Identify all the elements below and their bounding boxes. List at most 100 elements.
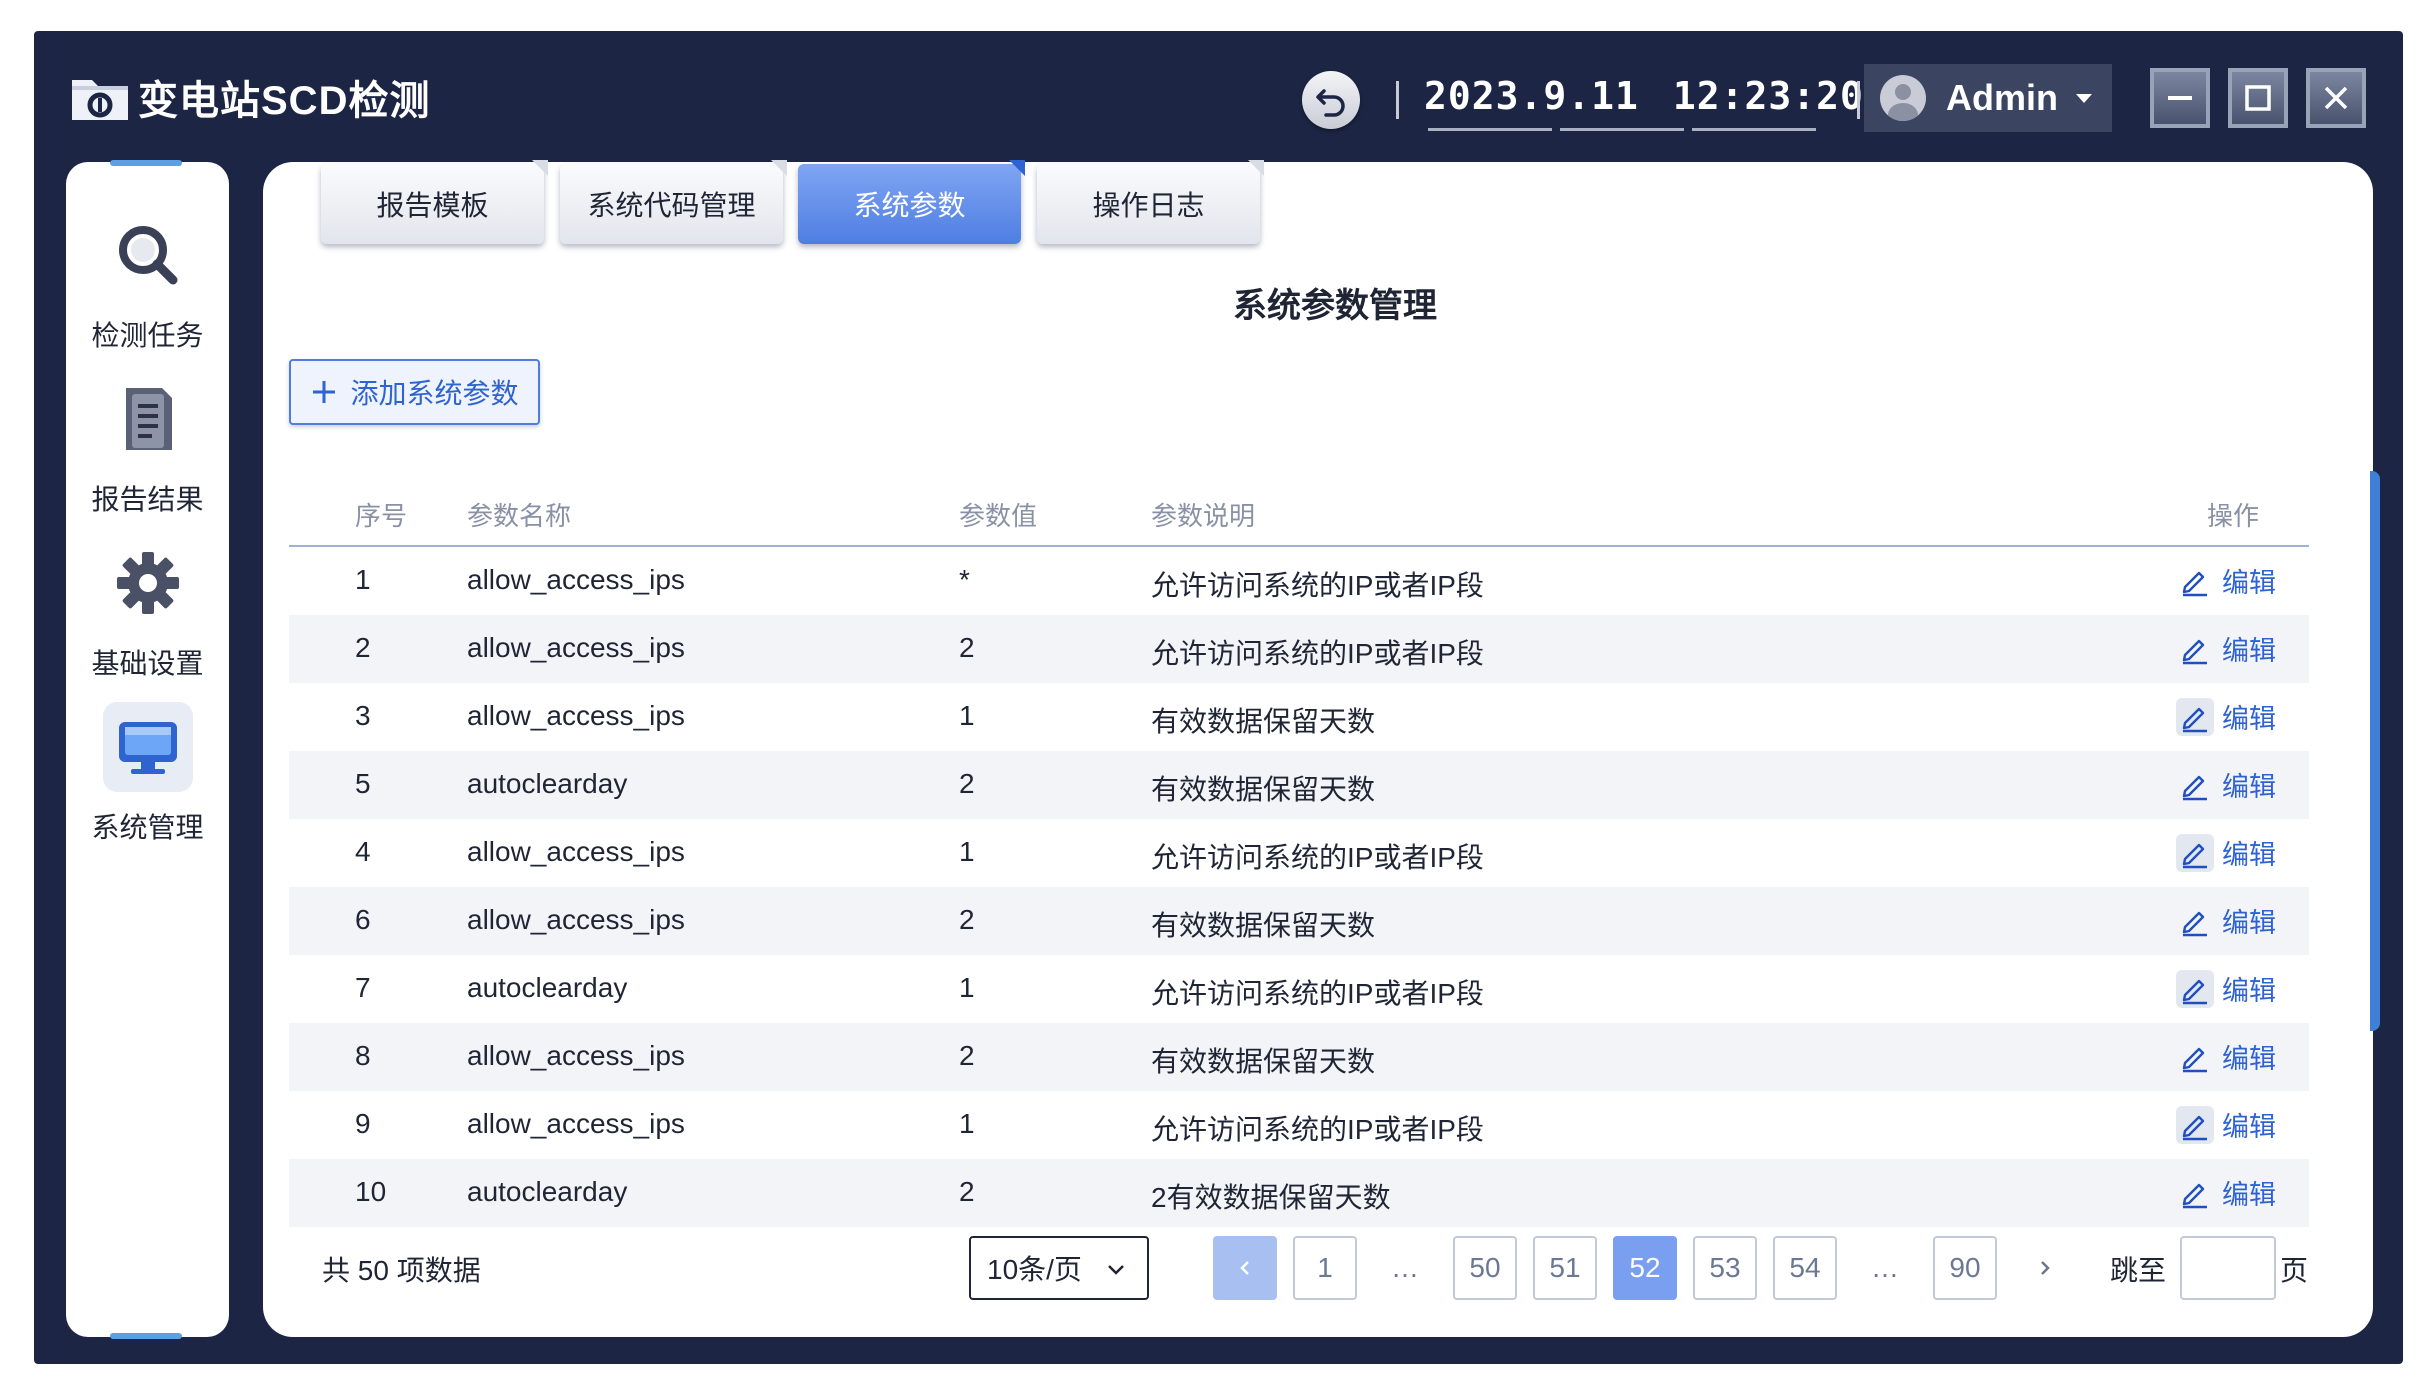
maximize-button[interactable] [2228,68,2288,128]
table-row: 7 autoclearday 1 允许访问系统的IP或者IP段 编辑 [289,955,2309,1023]
sidebar-top-notch [110,160,182,166]
page-button[interactable]: 54 [1773,1236,1837,1300]
sidebar-item-label: 报告结果 [91,484,204,515]
datetime-display: 2023.9.11 12:23:20 [1424,67,1864,125]
close-button[interactable] [2306,68,2366,128]
cell-value: 1 [959,836,975,867]
table-row: 3 allow_access_ips 1 有效数据保留天数 编辑 [289,683,2309,751]
sidebar-item-basic-settings[interactable]: 基础设置 [66,538,229,682]
page-size-value: 10条/页 [987,1254,1082,1285]
edit-label: 编辑 [2222,908,2276,938]
page-button[interactable]: 50 [1453,1236,1517,1300]
edit-button[interactable]: 编辑 [2176,629,2276,668]
tab-report-template[interactable]: 报告模板 [321,160,548,244]
panel-accent-edge [2370,471,2380,1031]
sidebar-item-detection-task[interactable]: 检测任务 [66,210,229,354]
minimize-icon [2168,96,2192,100]
chevron-left-icon [1240,1261,1249,1275]
cell-no: 7 [355,972,371,1003]
edit-icon [2176,697,2214,736]
tab-operation-log[interactable]: 操作日志 [1037,160,1264,244]
cell-desc: 有效数据保留天数 [1151,706,1376,737]
cell-desc: 允许访问系统的IP或者IP段 [1151,842,1484,873]
edit-label: 编辑 [2222,772,2276,802]
edit-button[interactable]: 编辑 [2176,901,2276,940]
sidebar: 检测任务 报告结果 基础设置 系统管理 [66,160,229,1339]
tab-system-params[interactable]: 系统参数 [798,160,1025,244]
edit-button[interactable]: 编辑 [2176,1173,2276,1212]
close-icon [2324,86,2348,110]
next-page-button[interactable] [2013,1236,2077,1300]
table-row: 4 allow_access_ips 1 允许访问系统的IP或者IP段 编辑 [289,819,2309,887]
edit-button[interactable]: 编辑 [2176,833,2276,872]
edit-icon [2176,1105,2214,1144]
page-button[interactable]: 51 [1533,1236,1597,1300]
user-menu[interactable]: Admin [1864,64,2112,132]
edit-label: 编辑 [2222,1180,2276,1210]
back-button[interactable] [1302,71,1360,129]
table-row: 9 allow_access_ips 1 允许访问系统的IP或者IP段 编辑 [289,1091,2309,1159]
edit-button[interactable]: 编辑 [2176,561,2276,600]
edit-button[interactable]: 编辑 [2176,697,2276,736]
cell-name: autoclearday [467,972,628,1003]
sidebar-item-label: 检测任务 [91,320,204,351]
page-size-select[interactable]: 10条/页 [969,1236,1149,1300]
cell-name: allow_access_ips [467,1040,685,1071]
table-body: 1 allow_access_ips * 允许访问系统的IP或者IP段 编辑 2 allow… [289,547,2309,1227]
cell-value: * [959,564,970,595]
chevron-down-icon [2076,93,2092,103]
edit-button[interactable]: 编辑 [2176,969,2276,1008]
add-parameter-label: 添加系统参数 [350,378,519,409]
page-button[interactable]: 1 [1293,1236,1357,1300]
plus-icon [313,381,336,403]
avatar [1880,75,1926,121]
cell-desc: 允许访问系统的IP或者IP段 [1151,570,1484,601]
edit-icon [2176,630,2214,668]
cell-name: autoclearday [467,1176,628,1207]
edit-icon [2176,562,2214,600]
edit-icon [2176,833,2214,872]
page-ellipsis[interactable]: … [1373,1236,1437,1300]
date-text: 2023.9.11 [1424,74,1639,118]
edit-label: 编辑 [2222,636,2276,666]
page-ellipsis[interactable]: … [1853,1236,1917,1300]
user-name: Admin [1946,77,2058,118]
sidebar-item-label: 系统管理 [91,812,204,843]
edit-icon [2176,902,2214,940]
undo-icon [1316,89,1345,117]
edit-button[interactable]: 编辑 [2176,1037,2276,1076]
total-count: 共 50 项数据 [322,1255,481,1286]
jump-page-input[interactable] [2180,1236,2276,1300]
cell-name: allow_access_ips [467,1108,685,1139]
header-divider [1857,81,1860,119]
page-button[interactable]: 53 [1693,1236,1757,1300]
page-button-current[interactable]: 52 [1613,1236,1677,1300]
sidebar-item-report-results[interactable]: 报告结果 [66,374,229,518]
edit-icon [2176,766,2214,804]
cell-no: 2 [355,632,371,663]
cell-name: allow_access_ips [467,836,685,867]
cell-name: allow_access_ips [467,904,685,935]
edit-button[interactable]: 编辑 [2176,765,2276,804]
prev-page-button[interactable] [1213,1236,1277,1300]
edit-icon [2176,1038,2214,1076]
edit-button[interactable]: 编辑 [2176,1105,2276,1144]
edit-icon [2176,1174,2214,1212]
cell-name: allow_access_ips [467,564,685,595]
sidebar-item-system-management[interactable]: 系统管理 [66,702,229,846]
cell-value: 1 [959,972,975,1003]
app-title: 变电站SCD检测 [138,79,431,123]
chevron-right-icon [2041,1261,2050,1275]
minimize-button[interactable] [2150,68,2210,128]
search-icon [103,210,193,300]
edit-label: 编辑 [2222,704,2276,734]
add-parameter-button[interactable]: 添加系统参数 [289,359,540,425]
page-button[interactable]: 90 [1933,1236,1997,1300]
table-row: 8 allow_access_ips 2 有效数据保留天数 编辑 [289,1023,2309,1091]
cell-value: 2 [959,904,975,935]
cell-desc: 允许访问系统的IP或者IP段 [1151,638,1484,669]
table-row: 10 autoclearday 2 2有效数据保留天数 编辑 [289,1159,2309,1227]
cell-value: 2 [959,768,975,799]
tab-system-code[interactable]: 系统代码管理 [560,160,787,244]
cell-value: 2 [959,632,975,663]
